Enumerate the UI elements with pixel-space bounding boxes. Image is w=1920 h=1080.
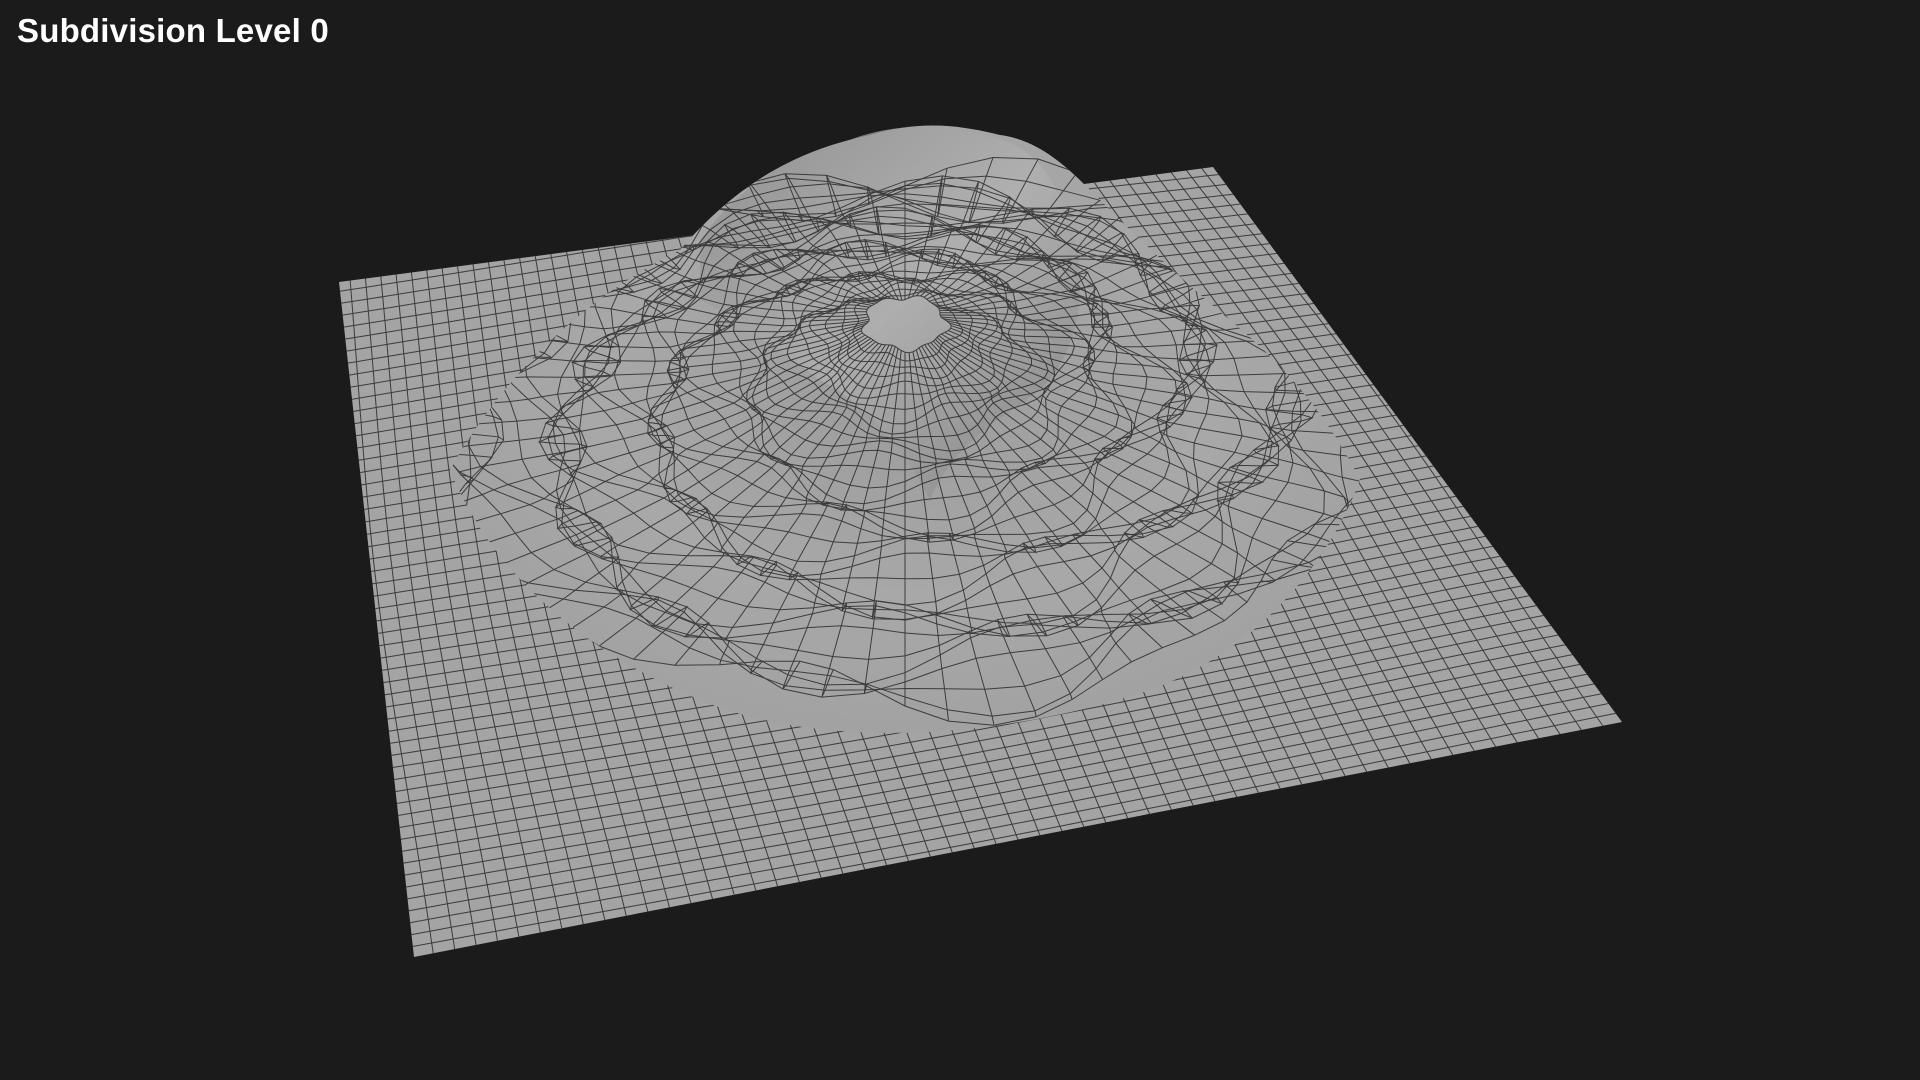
terrain-mesh-render	[339, 125, 1622, 957]
3d-viewport[interactable]: Subdivision Level 0	[0, 0, 1920, 1080]
subdivision-level-label: Subdivision Level 0	[17, 12, 329, 49]
